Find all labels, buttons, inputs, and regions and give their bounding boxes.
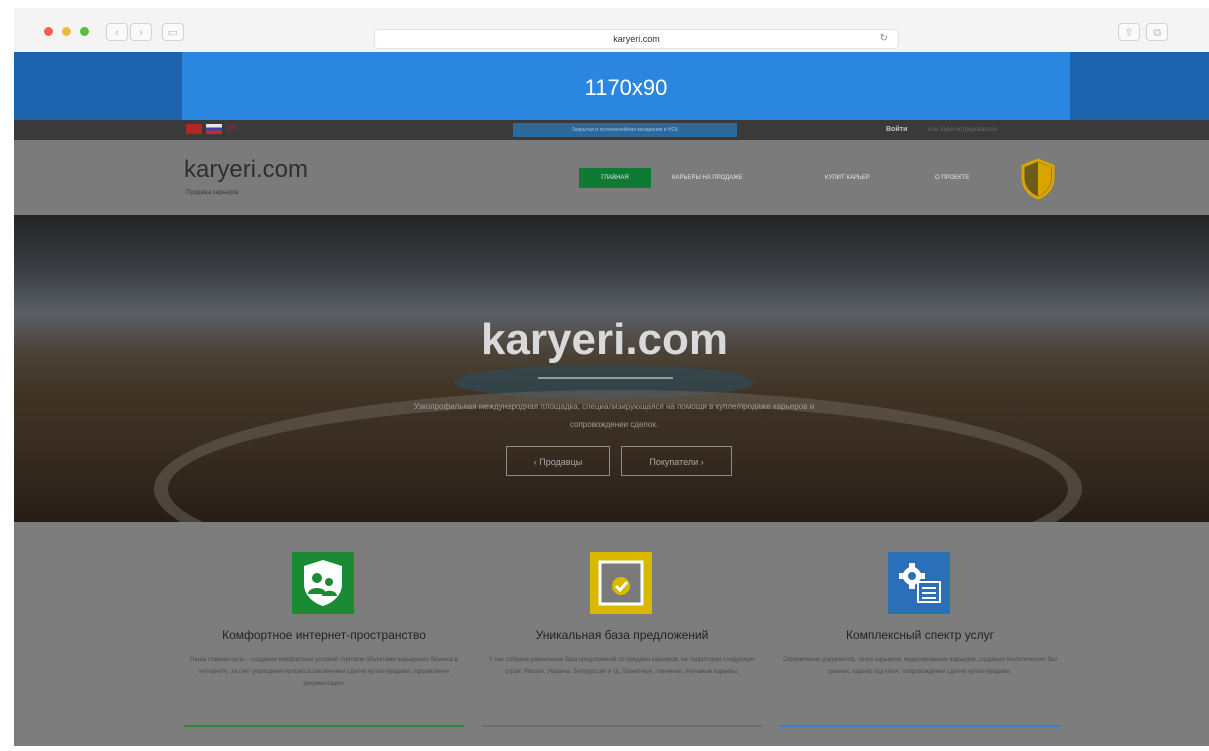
- reload-icon[interactable]: ↻: [880, 30, 888, 48]
- users-shield-icon: [292, 552, 354, 614]
- minimize-window-button[interactable]: [62, 27, 71, 36]
- features-section: Комфортное интернет-пространство Наша гл…: [14, 522, 1209, 746]
- feature-database: Уникальная база предложений У нас собран…: [477, 522, 767, 746]
- sellers-button[interactable]: ‹ Продавцы: [506, 446, 610, 476]
- hero-divider: [538, 377, 673, 379]
- feature-services: Комплексный спектр услуг Оформление доку…: [775, 522, 1065, 746]
- topbar-notice[interactable]: Закрытая и полномочийная мезарения и НСК: [513, 123, 737, 137]
- hero-section: karyeri.com Узкопрофильная международная…: [14, 215, 1209, 522]
- nav-buy-quarry[interactable]: КУПИТ КАРЬЕР: [817, 168, 878, 188]
- russia-flag-icon[interactable]: [205, 124, 222, 134]
- gear-list-icon: [888, 552, 950, 614]
- feature-text: У нас собрана уникальная база предложени…: [488, 657, 756, 675]
- back-button[interactable]: ‹: [106, 23, 128, 41]
- feature-title: Комфортное интернет-пространство: [222, 628, 426, 642]
- feature-text: Оформление документов, поиск карьеров, м…: [783, 657, 1057, 675]
- language-english-link[interactable]: ЭН: [225, 124, 237, 134]
- register-link[interactable]: или Зарегистрироваться: [928, 123, 997, 137]
- shield-icon: [1020, 158, 1056, 200]
- zoom-window-button[interactable]: [80, 27, 89, 36]
- site-tagline: Продажа карьеров: [186, 190, 239, 196]
- top-utility-bar: ЭН Закрытая и полномочийная мезарения и …: [14, 120, 1209, 140]
- nav-quarries-for-sale[interactable]: КАРЬЕРЫ НА ПРОДАЖЕ: [664, 168, 751, 188]
- nav-home[interactable]: ГЛАВНАЯ: [579, 168, 651, 188]
- feature-underline: [780, 725, 1060, 727]
- feature-underline: [184, 725, 464, 727]
- tabs-button[interactable]: ⧉: [1146, 23, 1168, 41]
- url-text: karyeri.com: [613, 34, 660, 44]
- feature-title: Уникальная база предложений: [535, 628, 709, 642]
- sidebar-toggle-button[interactable]: ▭: [162, 23, 184, 41]
- login-link[interactable]: Войти: [886, 123, 907, 137]
- china-flag-icon[interactable]: [186, 124, 202, 134]
- checkmark-box-icon: [590, 552, 652, 614]
- hero-description: Узкопрофильная международная площадка, с…: [413, 402, 815, 429]
- feature-comfort: Комфортное интернет-пространство Наша гл…: [179, 522, 469, 746]
- site-header: karyeri.com Продажа карьеров ГЛАВНАЯ КАР…: [14, 140, 1209, 215]
- share-button[interactable]: ⇧: [1118, 23, 1140, 41]
- nav-about[interactable]: О ПРОЕКТЕ: [927, 168, 977, 188]
- ad-placeholder[interactable]: 1170x90: [182, 52, 1070, 120]
- buyers-button[interactable]: Покупатели ›: [621, 446, 732, 476]
- close-window-button[interactable]: [44, 27, 53, 36]
- browser-toolbar: ‹ › ▭ karyeri.com ↻ ⇧ ⧉: [14, 8, 1209, 53]
- hero-title: karyeri.com: [480, 315, 729, 364]
- address-bar[interactable]: karyeri.com ↻: [374, 29, 899, 49]
- feature-title: Комплексный спектр услуг: [845, 628, 995, 642]
- forward-button[interactable]: ›: [130, 23, 152, 41]
- site-logo[interactable]: karyeri.com: [184, 156, 308, 184]
- feature-text: Наша главная цель – создание комфортных …: [190, 657, 458, 687]
- language-switcher: ЭН: [186, 124, 237, 134]
- feature-underline: [482, 725, 762, 727]
- ad-banner: 1170x90: [14, 52, 1209, 120]
